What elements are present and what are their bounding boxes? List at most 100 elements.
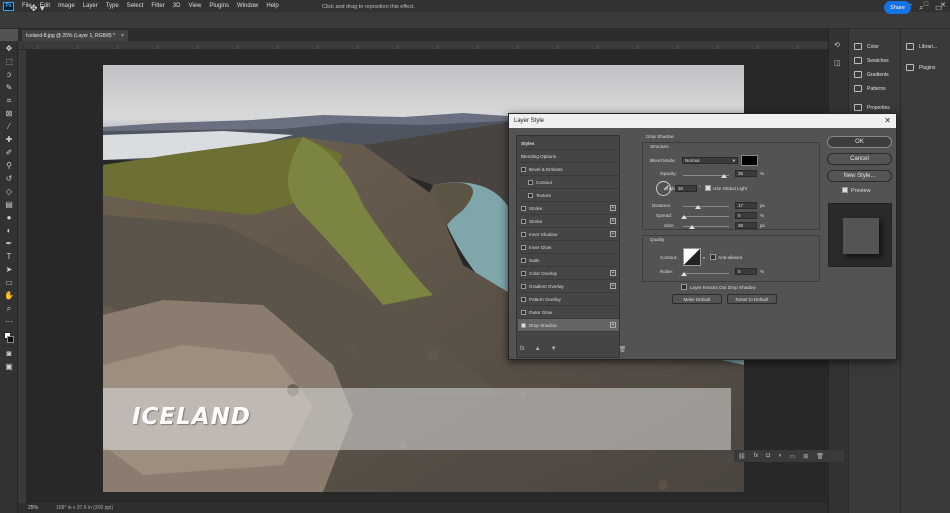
healing-brush-tool-icon[interactable]: ✚: [3, 134, 15, 145]
angle-input[interactable]: 30: [675, 185, 697, 192]
eraser-tool-icon[interactable]: ◇: [3, 186, 15, 197]
menu-plugins[interactable]: Plugins: [205, 3, 233, 9]
styles-header[interactable]: Styles: [518, 137, 619, 150]
menu-type[interactable]: Type: [102, 3, 123, 9]
marquee-tool-icon[interactable]: ⬚: [3, 56, 15, 67]
shadow-color-swatch[interactable]: [741, 155, 758, 166]
color-swatches-icon[interactable]: [3, 331, 15, 345]
style-item-texture[interactable]: Texture: [518, 189, 619, 202]
style-item-outer-glow[interactable]: Outer Glow: [518, 306, 619, 319]
noise-input[interactable]: 0: [735, 268, 757, 275]
move-up-icon[interactable]: ▲: [535, 346, 541, 352]
style-item-color-overlay[interactable]: Color Overlay +: [518, 267, 619, 280]
menu-help[interactable]: Help: [262, 3, 282, 9]
style-item-pattern-overlay[interactable]: Pattern Overlay: [518, 293, 619, 306]
checkbox[interactable]: [521, 283, 526, 289]
spread-slider-handle[interactable]: [681, 215, 687, 219]
menu-layer[interactable]: Layer: [79, 3, 102, 9]
fx-icon[interactable]: fx: [754, 453, 759, 459]
blend-mode-select[interactable]: Normal ▾: [682, 157, 738, 164]
style-item-stroke[interactable]: Stroke +: [518, 202, 619, 215]
quick-mask-icon[interactable]: ◙: [3, 348, 15, 359]
panel-patterns[interactable]: Patterns: [854, 85, 886, 92]
style-item-blending-options[interactable]: Blending Options: [518, 150, 619, 163]
checkbox[interactable]: [521, 322, 526, 328]
menu-3d[interactable]: 3D: [169, 3, 185, 9]
distance-slider-handle[interactable]: [695, 205, 701, 209]
panel-plugins[interactable]: Plugins: [906, 64, 935, 71]
hand-tool-icon[interactable]: ✋: [3, 290, 15, 301]
type-tool-icon[interactable]: T: [3, 251, 15, 262]
add-effect-icon[interactable]: +: [610, 322, 616, 328]
add-effect-icon[interactable]: +: [610, 231, 616, 237]
reset-default-button[interactable]: Reset to Default: [727, 294, 777, 304]
mask-icon[interactable]: ◘: [766, 453, 770, 459]
opacity-slider-handle[interactable]: [721, 174, 727, 178]
dialog-titlebar[interactable]: Layer Style ✕: [509, 114, 896, 128]
workspace-icon[interactable]: ▭: [935, 3, 943, 12]
add-effect-icon[interactable]: +: [610, 205, 616, 211]
new-style-button[interactable]: New Style...: [827, 170, 892, 182]
checkbox[interactable]: [521, 309, 526, 315]
angle-dial[interactable]: [656, 181, 671, 196]
spread-slider[interactable]: [683, 216, 729, 217]
gradient-tool-icon[interactable]: ▤: [3, 199, 15, 210]
frame-tool-icon[interactable]: ⊠: [3, 108, 15, 119]
more-tools-icon[interactable]: ⋯: [3, 316, 15, 327]
size-input[interactable]: 38: [735, 222, 757, 229]
brush-tool-icon[interactable]: ✐: [3, 147, 15, 158]
lasso-tool-icon[interactable]: ↄ: [3, 69, 15, 80]
checkbox[interactable]: [521, 218, 526, 224]
trash-icon[interactable]: 🗑: [619, 346, 627, 353]
global-light-checkbox[interactable]: [705, 185, 711, 191]
group-icon[interactable]: ▭: [790, 453, 796, 460]
crop-tool-icon[interactable]: ⌗: [3, 95, 15, 106]
menu-filter[interactable]: Filter: [147, 3, 168, 9]
link-layers-icon[interactable]: ⛓: [738, 453, 746, 460]
maximize-button[interactable]: □: [924, 1, 928, 9]
cancel-button[interactable]: Cancel: [827, 153, 892, 165]
ok-button[interactable]: OK: [827, 136, 892, 148]
style-item-bevel-emboss[interactable]: Bevel & Emboss: [518, 163, 619, 176]
style-item-contour[interactable]: Contour: [518, 176, 619, 189]
chevron-down-icon[interactable]: ▾: [703, 255, 705, 260]
panel-gradients[interactable]: Gradients: [854, 71, 889, 78]
adjustment-icon[interactable]: ◑: [778, 453, 782, 459]
distance-input[interactable]: 17: [735, 202, 757, 209]
style-item-stroke-2[interactable]: Stroke +: [518, 215, 619, 228]
path-selection-tool-icon[interactable]: ➤: [3, 264, 15, 275]
panel-color[interactable]: Color: [854, 43, 879, 50]
spread-input[interactable]: 0: [735, 212, 757, 219]
eyedropper-tool-icon[interactable]: ⁄: [3, 121, 15, 132]
panel-properties[interactable]: Properties: [854, 104, 890, 111]
anti-aliased-checkbox[interactable]: [710, 254, 716, 260]
make-default-button[interactable]: Make Default: [672, 294, 722, 304]
zoom-level[interactable]: 25%: [28, 505, 38, 511]
add-effect-icon[interactable]: +: [610, 283, 616, 289]
contour-picker[interactable]: [683, 248, 701, 266]
rectangle-tool-icon[interactable]: ▭: [3, 277, 15, 288]
menu-image[interactable]: Image: [54, 3, 79, 9]
zoom-tool-icon[interactable]: ⌕: [3, 303, 15, 314]
size-slider-handle[interactable]: [689, 225, 695, 229]
checkbox[interactable]: [521, 231, 526, 237]
layers-icon[interactable]: ◫: [834, 59, 841, 67]
noise-slider[interactable]: [683, 273, 729, 274]
move-tool-icon[interactable]: ✥: [3, 43, 15, 54]
history-brush-tool-icon[interactable]: ↺: [3, 173, 15, 184]
search-icon[interactable]: ⌕: [919, 3, 923, 13]
blur-tool-icon[interactable]: ●: [3, 212, 15, 223]
close-icon[interactable]: ✕: [884, 116, 891, 125]
checkbox[interactable]: [528, 179, 533, 185]
knockout-checkbox[interactable]: [681, 284, 687, 290]
noise-slider-handle[interactable]: [681, 272, 687, 276]
style-item-inner-glow[interactable]: Inner Glow: [518, 241, 619, 254]
screen-mode-icon[interactable]: ▣: [3, 361, 15, 372]
quick-select-tool-icon[interactable]: ✎: [3, 82, 15, 93]
panel-libraries[interactable]: Librari...: [906, 43, 937, 50]
checkbox[interactable]: [521, 270, 526, 276]
opacity-input[interactable]: 35: [735, 170, 757, 177]
share-button[interactable]: Share: [884, 1, 911, 14]
delete-layer-icon[interactable]: 🗑: [816, 453, 824, 460]
checkbox[interactable]: [528, 192, 533, 198]
